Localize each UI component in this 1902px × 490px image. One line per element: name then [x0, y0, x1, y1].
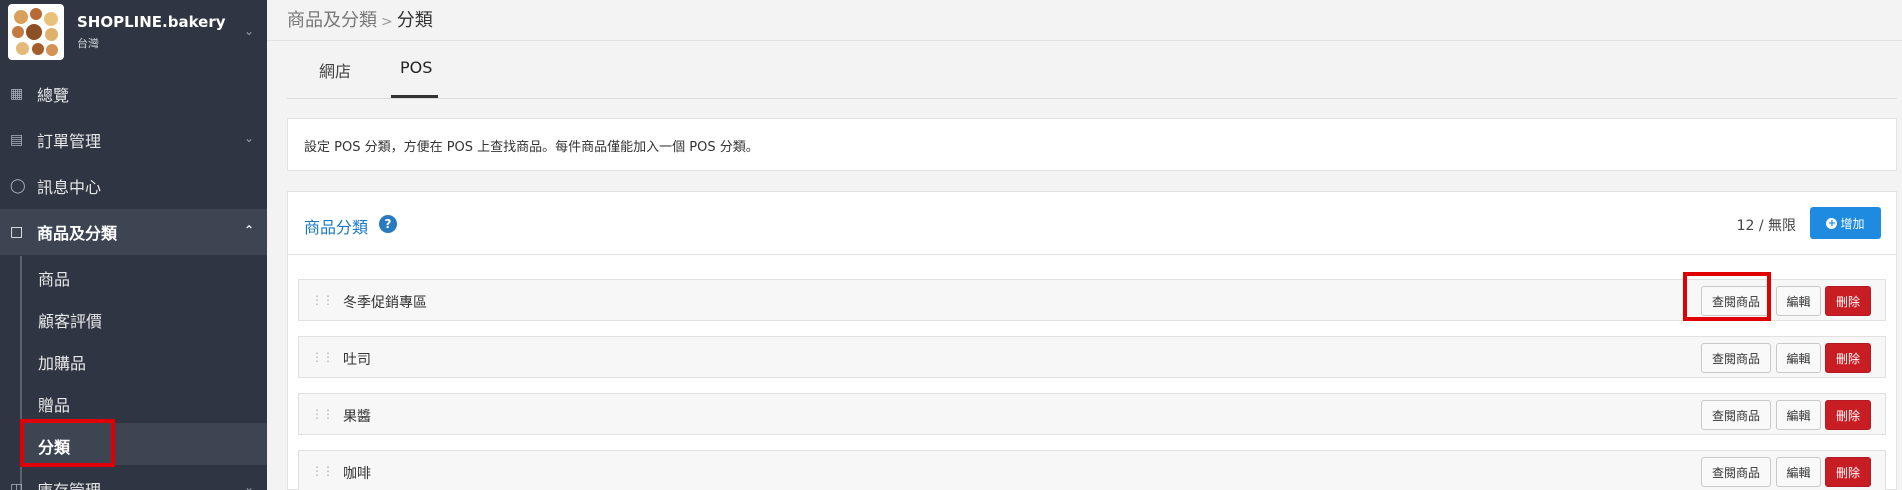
plus-icon: + — [1826, 217, 1838, 229]
delete-button[interactable]: 刪除 — [1825, 343, 1871, 373]
nav-item-messages[interactable]: ◯ 訊息中心 — [0, 163, 267, 209]
breadcrumb: 商品及分類 > 分類 — [287, 6, 433, 32]
sidebar-item-addons[interactable]: 加購品 — [38, 350, 86, 374]
tab-pos[interactable]: POS — [400, 58, 432, 77]
info-text: 設定 POS 分類，方便在 POS 上查找商品。每件商品僅能加入一個 POS 分… — [304, 140, 759, 155]
order-icon: ▤ — [10, 132, 24, 148]
edit-button[interactable]: 編輯 — [1776, 343, 1821, 373]
chevron-up-icon: ⌃ — [244, 223, 255, 237]
add-button-label: 增加 — [1840, 216, 1865, 231]
info-box: 設定 POS 分類，方便在 POS 上查找商品。每件商品僅能加入一個 POS 分… — [287, 118, 1897, 171]
category-name: 咖啡 — [343, 466, 371, 482]
drag-handle-icon[interactable]: ⋮⋮ — [311, 293, 334, 307]
add-category-button[interactable]: + 增加 — [1810, 207, 1881, 239]
tab-online-store[interactable]: 網店 — [319, 58, 351, 82]
view-products-button[interactable]: 查閱商品 — [1701, 400, 1771, 430]
breadcrumb-parent[interactable]: 商品及分類 — [287, 10, 377, 31]
delete-button[interactable]: 刪除 — [1825, 457, 1871, 487]
panel-title: 商品分類 — [304, 218, 369, 237]
store-logo — [8, 4, 64, 60]
dashboard-icon: ▦ — [10, 86, 24, 102]
nav-item-label: 庫存管理 — [37, 477, 101, 490]
highlight-box — [1683, 272, 1771, 321]
breadcrumb-current: 分類 — [396, 10, 433, 31]
table-row: ⋮⋮ 果醬 查閱商品 編輯 刪除 — [298, 393, 1886, 435]
help-icon[interactable]: ? — [379, 215, 397, 233]
nav-item-overview[interactable]: ▦ 總覽 — [0, 71, 267, 117]
drag-handle-icon[interactable]: ⋮⋮ — [311, 407, 334, 421]
chevron-down-icon: ⌄ — [244, 24, 255, 38]
view-products-button[interactable]: 查閱商品 — [1701, 343, 1771, 373]
sidebar-item-gifts[interactable]: 贈品 — [38, 392, 70, 416]
edit-button[interactable]: 編輯 — [1776, 286, 1821, 316]
category-count: 12 / 無限 — [1736, 218, 1796, 234]
delete-button[interactable]: 刪除 — [1825, 286, 1871, 316]
drag-handle-icon[interactable]: ⋮⋮ — [311, 464, 334, 478]
table-row: ⋮⋮ 冬季促銷專區 查閱商品 編輯 刪除 — [298, 279, 1886, 321]
sidebar-item-reviews[interactable]: 顧客評價 — [38, 308, 102, 332]
edit-button[interactable]: 編輯 — [1776, 457, 1821, 487]
nav-item-inventory[interactable]: ◫ 庫存管理 ⌄ — [0, 466, 267, 490]
category-name: 果醬 — [343, 409, 371, 425]
inventory-icon: ◫ — [10, 481, 24, 490]
shopping-bag-icon: □ — [10, 224, 24, 240]
sidebar: SHOPLINE.bakery 台灣 ⌄ ▦ 總覽 ▤ 訂單管理 ⌄ ◯ 訊息中… — [0, 0, 267, 490]
nav-item-orders[interactable]: ▤ 訂單管理 ⌄ — [0, 117, 267, 163]
view-products-button[interactable]: 查閱商品 — [1701, 457, 1771, 487]
chevron-down-icon: ⌄ — [244, 131, 255, 145]
store-region: 台灣 — [77, 37, 99, 50]
sidebar-item-products[interactable]: 商品 — [38, 266, 70, 290]
table-row: ⋮⋮ 咖啡 查閱商品 編輯 刪除 — [298, 450, 1886, 490]
nav-item-label: 訊息中心 — [37, 178, 102, 197]
nav-item-label: 訂單管理 — [37, 132, 102, 151]
category-name: 吐司 — [343, 352, 371, 368]
nav-item-label: 商品及分類 — [37, 224, 118, 243]
message-icon: ◯ — [10, 178, 26, 194]
store-switcher[interactable]: SHOPLINE.bakery 台灣 ⌄ — [0, 0, 267, 64]
store-name: SHOPLINE.bakery — [77, 13, 226, 31]
category-name: 冬季促銷專區 — [343, 295, 427, 311]
divider — [267, 40, 1902, 41]
chevron-right-icon: > — [381, 14, 393, 30]
drag-handle-icon[interactable]: ⋮⋮ — [311, 350, 334, 364]
panel-header: 商品分類 ? 12 / 無限 + 增加 — [288, 192, 1896, 255]
nav-item-label: 總覽 — [37, 86, 70, 105]
divider — [287, 98, 1897, 99]
table-row: ⋮⋮ 吐司 查閱商品 編輯 刪除 — [298, 336, 1886, 378]
nav-item-products[interactable]: □ 商品及分類 ⌃ — [0, 209, 267, 255]
chevron-down-icon: ⌄ — [244, 480, 255, 490]
edit-button[interactable]: 編輯 — [1776, 400, 1821, 430]
highlight-box — [20, 419, 115, 467]
delete-button[interactable]: 刪除 — [1825, 400, 1871, 430]
